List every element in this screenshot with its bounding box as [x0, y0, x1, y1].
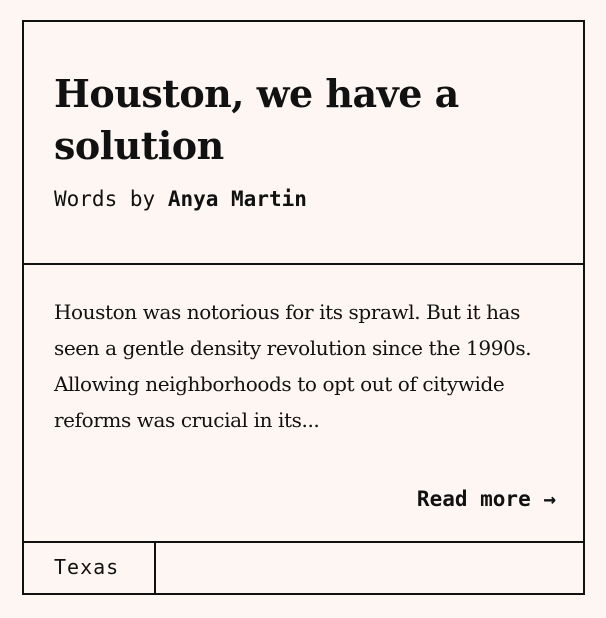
byline-prefix: Words by: [54, 187, 156, 211]
article-title: Houston, we have a solution: [54, 71, 459, 168]
card-footer: Texas: [24, 541, 583, 593]
card-header: Houston, we have a solution Words by Any…: [24, 22, 583, 265]
author-name: Anya Martin: [167, 187, 307, 211]
tag-texas[interactable]: Texas: [24, 543, 156, 593]
article-card: Houston, we have a solution Words by Any…: [22, 20, 585, 595]
article-excerpt: Houston was notorious for its sprawl. Bu…: [54, 300, 532, 432]
byline: Words by Anya Martin: [54, 182, 307, 216]
read-more-link[interactable]: Read more →: [417, 482, 556, 516]
